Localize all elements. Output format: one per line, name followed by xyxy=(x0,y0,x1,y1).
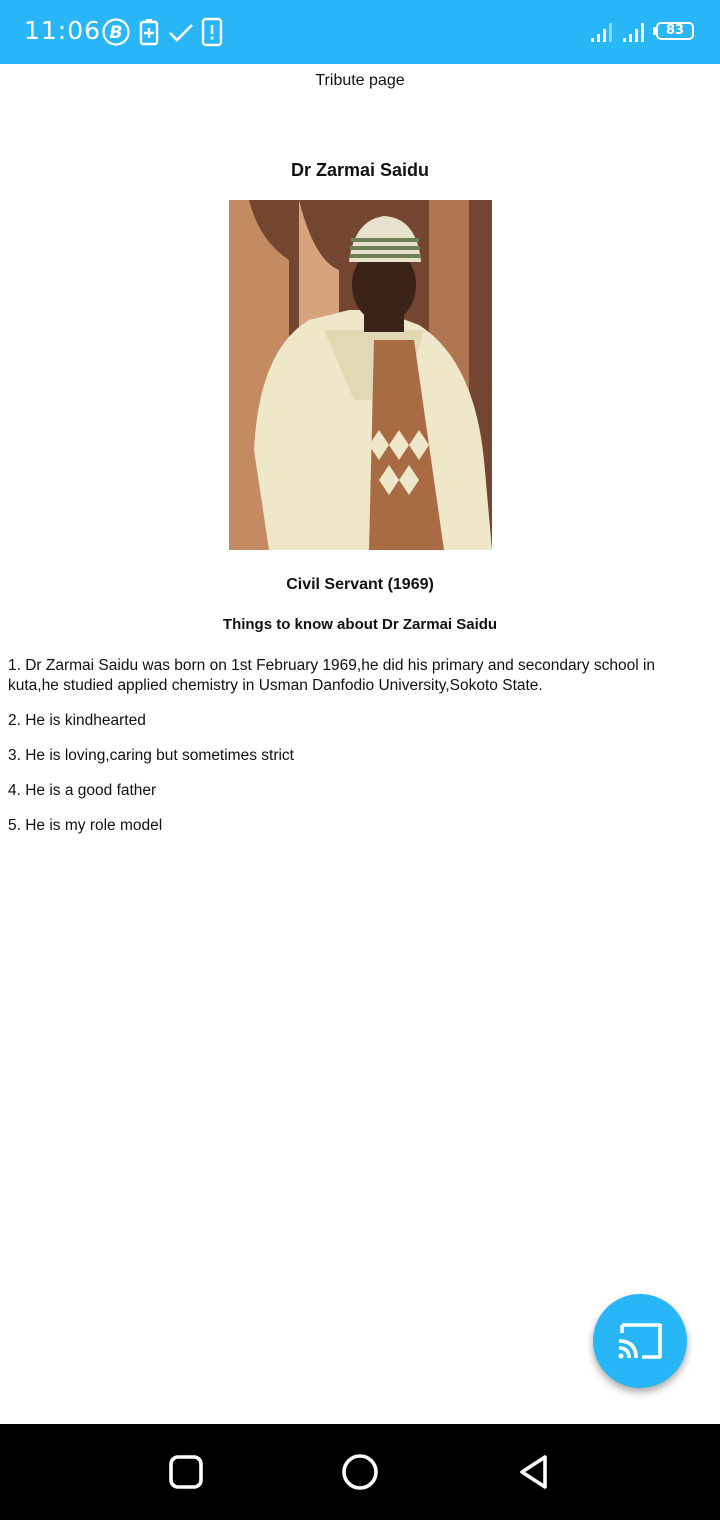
signal-icon xyxy=(588,17,618,47)
bitcoin-icon: B xyxy=(101,17,131,47)
list-item: 5. He is my role model xyxy=(8,817,163,834)
portrait-caption: Civil Servant (1969) xyxy=(286,576,434,593)
list-item: 3. He is loving,caring but sometimes str… xyxy=(8,747,294,764)
check-icon xyxy=(166,17,196,47)
cast-icon xyxy=(614,1319,666,1363)
person-name: Dr Zarmai Saidu xyxy=(290,160,430,180)
battery-indicator: 83 xyxy=(656,22,694,40)
status-time: 11:06 xyxy=(24,16,102,45)
battery-saver-icon xyxy=(134,17,164,47)
cast-button[interactable] xyxy=(593,1294,687,1388)
signal-icon xyxy=(620,17,650,47)
navigation-bar xyxy=(0,1424,720,1520)
home-icon[interactable] xyxy=(340,1452,380,1492)
list-item: 1. Dr Zarmai Saidu was born on 1st Febru… xyxy=(8,657,656,694)
status-bar: 11:06 B 83 xyxy=(0,0,720,64)
page-header: Tribute page xyxy=(315,72,405,89)
facts-heading: Things to know about Dr Zarmai Saidu xyxy=(222,616,498,633)
portrait-image xyxy=(229,200,492,550)
facts-list: 1. Dr Zarmai Saidu was born on 1st Febru… xyxy=(8,656,688,851)
svg-text:B: B xyxy=(110,23,123,43)
phone-alert-icon xyxy=(197,17,227,47)
list-item: 2. He is kindhearted xyxy=(8,712,146,729)
recent-apps-icon[interactable] xyxy=(166,1452,206,1492)
back-icon[interactable] xyxy=(514,1452,554,1492)
list-item: 4. He is a good father xyxy=(8,782,157,799)
